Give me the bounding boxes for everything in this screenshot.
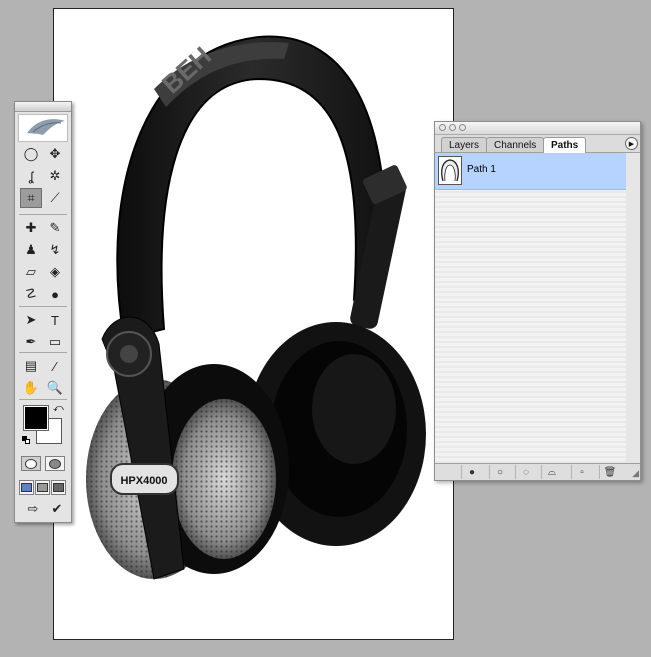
divider: [19, 352, 67, 353]
screen-mode-standard-button[interactable]: [19, 480, 34, 495]
swap-colors-icon[interactable]: ⤺: [53, 403, 64, 414]
dodge-tool-icon[interactable]: ●: [44, 284, 66, 304]
delete-path-icon[interactable]: 🗑: [599, 465, 620, 479]
close-icon[interactable]: [439, 124, 446, 131]
healing-brush-tool-icon[interactable]: ✚: [20, 218, 42, 238]
divider: [19, 306, 67, 307]
screen-mode-icon: [21, 483, 32, 492]
zoom-tool-icon[interactable]: 🔍: [44, 378, 66, 398]
play-arrow-icon: ▶: [628, 140, 635, 148]
magic-wand-tool-icon[interactable]: ✲: [44, 166, 66, 186]
tab-channels[interactable]: Channels: [486, 137, 545, 152]
headphones-image: BEH HPX4000: [86, 35, 426, 580]
standard-mode-icon: [25, 458, 37, 469]
foreground-color-swatch[interactable]: [23, 405, 49, 431]
screen-mode-icon: [37, 483, 48, 492]
scrollbar[interactable]: [626, 153, 640, 465]
screen-mode-icon: [53, 483, 64, 492]
resize-grip-icon[interactable]: ◢: [632, 468, 639, 479]
stroke-path-icon[interactable]: ○: [489, 465, 510, 479]
eraser-tool-icon[interactable]: ▱: [20, 262, 42, 282]
paint-bucket-tool-icon[interactable]: ◈: [44, 262, 66, 282]
palette-bottom-bar: ● ○ ◌ ⌓ ▫ 🗑 ◢: [435, 463, 640, 480]
imageready-icon[interactable]: ✔: [46, 499, 68, 519]
history-brush-tool-icon[interactable]: ↯: [44, 240, 66, 260]
minimize-icon[interactable]: [449, 124, 456, 131]
fill-path-icon[interactable]: ●: [461, 465, 482, 479]
document-canvas[interactable]: BEH HPX4000: [53, 8, 454, 640]
path-thumbnail: [438, 156, 462, 185]
eyedropper-tool-icon[interactable]: ⁄: [44, 356, 66, 376]
load-selection-icon[interactable]: ◌: [515, 465, 536, 479]
lasso-tool-icon[interactable]: ʆ: [20, 166, 42, 186]
marquee-tool-icon[interactable]: ◯: [20, 144, 42, 164]
default-colors-icon[interactable]: [22, 436, 30, 444]
toolbox: ⤺ ⇨ ✔ ◯ ✥ ʆ ✲ ⌗ ⟋ ✚ ✎ ♟ ↯ ▱ ◈ ☡ ● ➤ T ✒ ▭ ▤ ⁄ ✋ 🔍: [14, 101, 72, 523]
slice-tool-icon[interactable]: ⟋: [44, 188, 66, 208]
palette-tabs: Layers Channels Paths ▶: [435, 135, 640, 153]
jump-to-imageready-icon[interactable]: ⇨: [20, 499, 46, 519]
palette-titlebar[interactable]: [435, 122, 640, 135]
tab-paths[interactable]: Paths: [543, 137, 587, 153]
path-name: Path 1: [467, 164, 496, 175]
toolbox-titlebar[interactable]: [15, 102, 71, 112]
app-logo[interactable]: [18, 114, 68, 142]
smudge-tool-icon[interactable]: ☡: [20, 284, 42, 304]
path-selection-tool-icon[interactable]: ➤: [20, 310, 42, 330]
tab-layers[interactable]: Layers: [441, 137, 488, 152]
type-tool-icon[interactable]: T: [44, 310, 66, 330]
crop-tool-icon[interactable]: ⌗: [20, 188, 42, 208]
standard-mode-button[interactable]: [21, 456, 41, 471]
new-path-icon[interactable]: ▫: [571, 465, 592, 479]
brush-tool-icon[interactable]: ✎: [44, 218, 66, 238]
list-item[interactable]: Path 1: [435, 153, 626, 190]
hand-tool-icon[interactable]: ✋: [20, 378, 42, 398]
paths-palette: Layers Channels Paths ▶ Path 1 ● ○ ◌ ⌓ ▫ 🗑 ◢: [434, 121, 641, 481]
divider: [19, 399, 67, 400]
pen-tool-icon[interactable]: ✒: [20, 332, 42, 352]
quick-mask-icon: [49, 458, 61, 469]
notes-tool-icon[interactable]: ▤: [20, 356, 42, 376]
model-badge: HPX4000: [120, 475, 167, 487]
screen-mode-full-menu-button[interactable]: [35, 480, 50, 495]
rectangle-tool-icon[interactable]: ▭: [44, 332, 66, 352]
zoom-icon[interactable]: [459, 124, 466, 131]
clone-stamp-tool-icon[interactable]: ♟: [20, 240, 42, 260]
palette-menu-button[interactable]: ▶: [625, 137, 638, 150]
move-tool-icon[interactable]: ✥: [44, 144, 66, 164]
screen-mode-full-button[interactable]: [51, 480, 66, 495]
quick-mask-button[interactable]: [45, 456, 65, 471]
paths-list: Path 1: [435, 153, 627, 465]
make-work-path-icon[interactable]: ⌓: [541, 465, 562, 479]
divider: [19, 214, 67, 215]
